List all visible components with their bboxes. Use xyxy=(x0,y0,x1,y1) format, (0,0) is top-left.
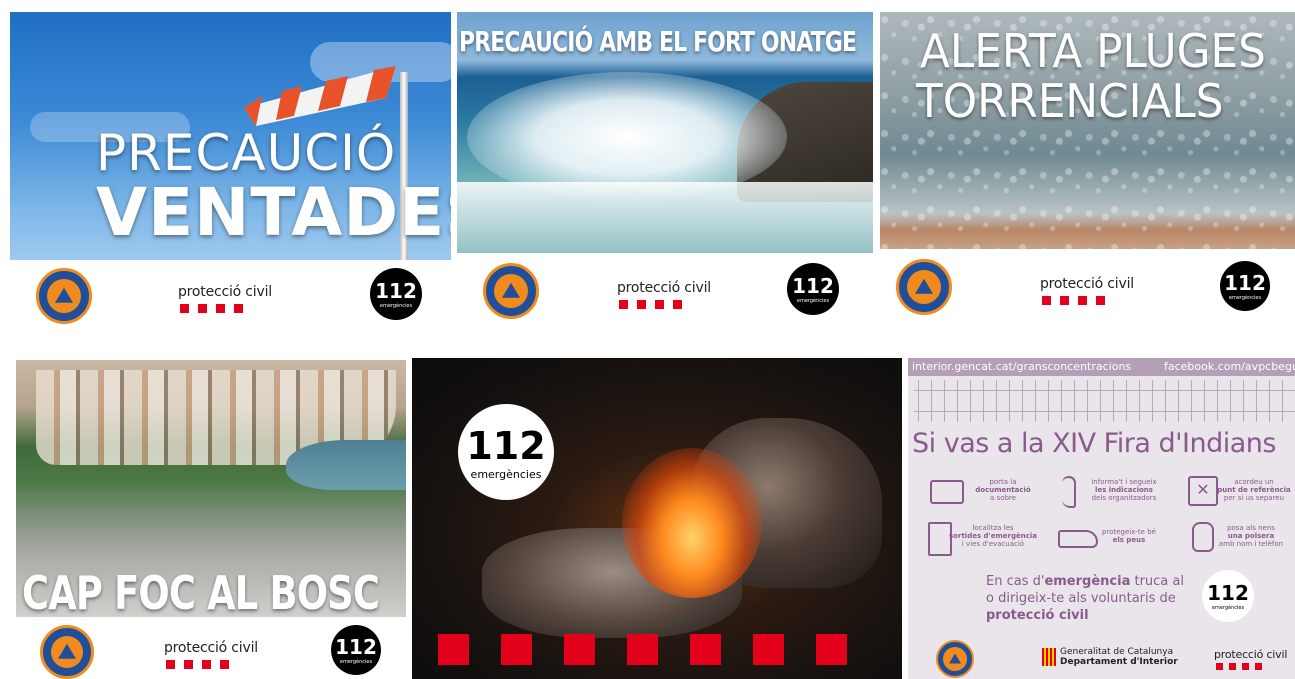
red-square xyxy=(816,634,847,665)
flame-glow xyxy=(622,448,762,598)
emergency-message: En cas d'emergència truca al o dirigeix-… xyxy=(986,574,1184,623)
tile-footer: protecció civil 112 emergències xyxy=(457,253,873,328)
crowd-icon xyxy=(914,380,1295,422)
proteccio-civil-logo-text: protecció civil xyxy=(178,284,272,300)
waves-photo: PRECAUCIÓ AMB EL FORT ONATGE xyxy=(457,12,873,253)
proteccio-civil-squares xyxy=(1042,296,1105,305)
tile-foc-bosc[interactable]: CAP FOC AL BOSC protecció civil 112 emer… xyxy=(16,360,406,679)
proteccio-civil-squares xyxy=(438,634,847,665)
tile-onatge[interactable]: PRECAUCIÓ AMB EL FORT ONATGE protecció c… xyxy=(457,12,873,328)
red-square xyxy=(438,634,469,665)
emergency-112-logo: 112 emergències xyxy=(458,404,554,500)
shoe-icon xyxy=(1058,530,1098,548)
headline: CAP FOC AL BOSC xyxy=(22,566,380,617)
red-square xyxy=(564,634,595,665)
gencat-text: Generalitat de Catalunya Departament d'I… xyxy=(1060,647,1178,667)
burnt-forest-photo: CAP FOC AL BOSC xyxy=(16,360,406,617)
avpc-begur-logo xyxy=(896,259,952,315)
headline: PRECAUCIÓ AMB EL FORT ONATGE xyxy=(459,25,857,58)
avpc-begur-logo xyxy=(936,640,974,678)
avpc-begur-logo xyxy=(40,625,94,679)
proteccio-civil-squares xyxy=(166,660,229,669)
red-square xyxy=(753,634,784,665)
emergency-112-logo: 112 emergències xyxy=(1202,570,1254,622)
bay-shape xyxy=(286,440,406,490)
red-square xyxy=(627,634,658,665)
proteccio-civil-squares xyxy=(1216,663,1262,670)
avpc-begur-logo xyxy=(483,263,539,319)
tip-peus: protegeix-te bé els peus xyxy=(1102,528,1156,545)
tile-fira-indians[interactable]: interior.gencat.cat/gransconcentracions … xyxy=(908,358,1295,679)
emergency-112-logo: 112 emergències xyxy=(787,263,839,315)
proteccio-civil-logo-text: protecció civil xyxy=(164,640,258,656)
headline-line1: ALERTA PLUGES xyxy=(920,24,1266,78)
proteccio-civil-logo-text: protecció civil xyxy=(1040,276,1134,292)
emergency-112-logo: 112 emergències xyxy=(370,268,422,320)
tile-brasa-112[interactable]: 112 emergències xyxy=(412,358,902,679)
headline-line2: VENTADES xyxy=(96,174,451,251)
proteccio-civil-logo-text: protecció civil xyxy=(1214,648,1288,661)
tile-footer: protecció civil 112 emergències xyxy=(16,617,406,679)
tile-pluges[interactable]: ALERTA PLUGES TORRENCIALS protecció civi… xyxy=(880,12,1295,328)
gencat-logo-icon xyxy=(1042,648,1056,666)
url-bar: interior.gencat.cat/gransconcentracions … xyxy=(908,358,1295,376)
tile-footer: protecció civil 112 emergències xyxy=(10,260,451,328)
windsock-icon xyxy=(244,66,396,126)
red-square xyxy=(690,634,721,665)
facebook-url[interactable]: facebook.com/avpcbegur xyxy=(1164,360,1295,373)
tile-footer: protecció civil 112 emergències xyxy=(880,249,1295,328)
embers-photo: 112 emergències xyxy=(412,358,902,679)
proteccio-civil-logo-text: protecció civil xyxy=(617,280,711,296)
headline-line2: TORRENCIALS xyxy=(916,74,1224,128)
windsock-photo: PRECAUCIÓ VENTADES xyxy=(10,12,451,260)
red-square xyxy=(501,634,532,665)
avpc-begur-logo xyxy=(36,268,92,324)
tip-sortides: localitza les sortides d'emergència i vies… xyxy=(949,524,1037,549)
gencat-url[interactable]: interior.gencat.cat/gransconcentracions xyxy=(912,360,1131,373)
tip-indicacions: informa't i segueix les indicacions dels o… xyxy=(1091,478,1157,503)
emergency-112-logo: 112 emergències xyxy=(1220,261,1270,311)
proteccio-civil-squares xyxy=(180,304,243,313)
tile-ventades[interactable]: PRECAUCIÓ VENTADES protecció civil 112 e… xyxy=(10,12,451,328)
proteccio-civil-squares xyxy=(619,300,682,309)
headline-line1: PRECAUCIÓ xyxy=(96,124,397,182)
wave-foam-shape xyxy=(457,182,873,253)
tip-polsera: posa als nens una polsera amb nom i telèfo… xyxy=(1218,524,1284,549)
emergency-112-logo: 112 emergències xyxy=(331,625,381,675)
rain-window-photo: ALERTA PLUGES TORRENCIALS xyxy=(880,12,1295,249)
infographic-title: Si vas a la XIV Fira d'Indians xyxy=(912,428,1276,459)
tip-punt-referencia: acordeu un punt de referència per si us se… xyxy=(1217,478,1291,503)
tip-documentacio: porta la documentació a sobre xyxy=(975,478,1031,503)
